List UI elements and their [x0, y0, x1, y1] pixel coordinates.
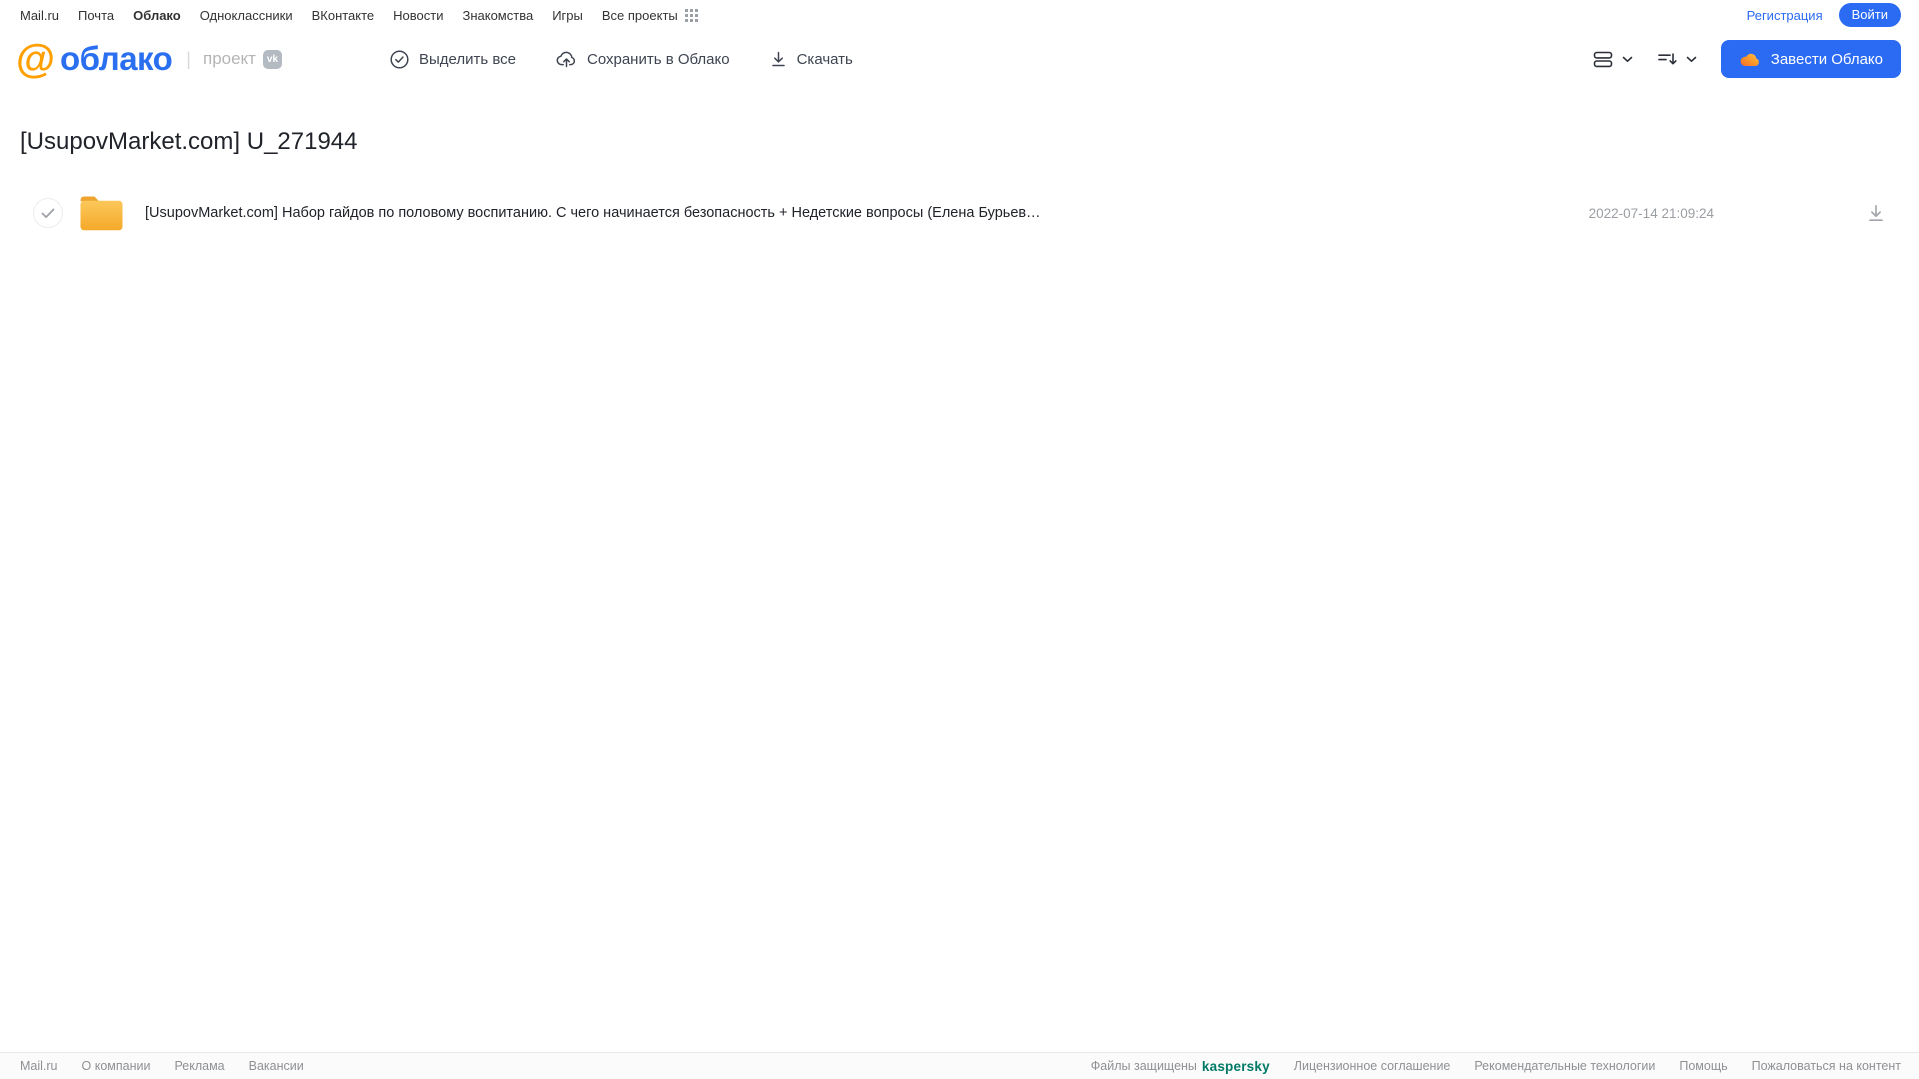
files-protected-label: Файлы защищены	[1090, 1059, 1197, 1073]
footer-right-links: Файлы защищены kaspersky Лицензионное со…	[1091, 1059, 1901, 1074]
download-label: Скачать	[796, 50, 853, 68]
kaspersky-logo: kaspersky	[1201, 1058, 1270, 1074]
nav-link-all-projects[interactable]: Все проекты	[602, 8, 698, 23]
file-name[interactable]: [UsupovMarket.com] Набор гайдов по полов…	[145, 205, 1045, 221]
footer-link-jobs[interactable]: Вакансии	[249, 1059, 304, 1073]
get-cloud-button[interactable]: Завести Облако	[1720, 40, 1901, 78]
select-all-label: Выделить все	[418, 50, 516, 68]
folder-icon	[79, 194, 124, 232]
login-button[interactable]: Войти	[1838, 3, 1901, 27]
cloud-upload-icon	[556, 50, 577, 68]
kaspersky-protection[interactable]: Файлы защищены kaspersky	[1091, 1059, 1270, 1074]
project-label: проект	[202, 49, 256, 68]
footer-left-links: Mail.ru О компании Реклама Вакансии	[20, 1059, 304, 1073]
registration-link[interactable]: Регистрация	[1747, 8, 1823, 23]
cloud-logo[interactable]: @ облако | проект vk	[16, 37, 282, 81]
header-right: Завести Облако	[1593, 40, 1901, 78]
page-title: [UsupovMarket.com] U_271944	[20, 128, 358, 155]
chevron-down-icon	[1622, 56, 1633, 63]
view-mode-selector[interactable]	[1593, 51, 1633, 68]
brand-name: облако	[60, 40, 173, 77]
footer-link-company[interactable]: О компании	[82, 1059, 151, 1073]
nav-link-oblako[interactable]: Облако	[133, 8, 181, 23]
footer-link-recommendation-tech[interactable]: Рекомендательные технологии	[1474, 1059, 1655, 1073]
footer: Mail.ru О компании Реклама Вакансии Файл…	[0, 1052, 1919, 1079]
get-cloud-label: Завести Облако	[1770, 50, 1883, 68]
nav-link-igry[interactable]: Игры	[552, 8, 583, 23]
file-modified-date: 2022-07-14 21:09:24	[1588, 205, 1714, 221]
download-icon	[770, 50, 787, 68]
nav-link-novosti[interactable]: Новости	[393, 8, 443, 23]
nav-link-odnoklassniki[interactable]: Одноклассники	[200, 8, 293, 23]
nav-link-mailru[interactable]: Mail.ru	[20, 8, 59, 23]
footer-link-help[interactable]: Помощь	[1679, 1059, 1727, 1073]
header: @ облако | проект vk Выделить все Сохран…	[0, 28, 1919, 90]
apps-grid-icon	[684, 8, 698, 22]
save-to-cloud-button[interactable]: Сохранить в Облако	[556, 50, 730, 68]
row-checkbox[interactable]	[33, 198, 63, 228]
sort-icon	[1657, 51, 1678, 67]
file-row[interactable]: [UsupovMarket.com] Набор гайдов по полов…	[20, 188, 1886, 238]
list-view-icon	[1593, 51, 1614, 68]
footer-link-mailru[interactable]: Mail.ru	[20, 1059, 58, 1073]
vk-badge-icon: vk	[262, 49, 282, 69]
footer-link-report-content[interactable]: Пожаловаться на контент	[1752, 1059, 1901, 1073]
download-button[interactable]: Скачать	[770, 50, 853, 68]
file-toolbar: Выделить все Сохранить в Облако Скачать	[390, 49, 853, 69]
nav-link-znakomstva[interactable]: Знакомства	[462, 8, 533, 23]
select-all-button[interactable]: Выделить все	[390, 49, 516, 69]
row-download-button[interactable]	[1866, 203, 1886, 223]
save-to-cloud-label: Сохранить в Облако	[586, 50, 730, 68]
main-content: [UsupovMarket.com] U_271944 [UsupovMarke…	[0, 128, 1919, 238]
portal-nav: Mail.ru Почта Облако Одноклассники ВКонт…	[0, 0, 1919, 28]
logo-divider: |	[186, 48, 191, 69]
nav-link-pochta[interactable]: Почта	[78, 8, 114, 23]
orange-cloud-icon	[1739, 51, 1761, 67]
footer-link-license[interactable]: Лицензионное соглашение	[1294, 1059, 1451, 1073]
portal-nav-right: Регистрация Войти	[1747, 3, 1901, 27]
check-icon	[41, 208, 55, 218]
sort-selector[interactable]	[1657, 51, 1697, 67]
check-circle-icon	[390, 49, 409, 69]
chevron-down-icon	[1686, 56, 1697, 63]
download-icon	[1869, 204, 1883, 222]
portal-nav-links: Mail.ru Почта Облако Одноклассники ВКонт…	[20, 8, 698, 23]
footer-link-ads[interactable]: Реклама	[174, 1059, 224, 1073]
all-projects-label: Все проекты	[601, 7, 678, 23]
nav-link-vkontakte[interactable]: ВКонтакте	[312, 8, 375, 23]
mailru-at-icon: @	[16, 37, 55, 81]
